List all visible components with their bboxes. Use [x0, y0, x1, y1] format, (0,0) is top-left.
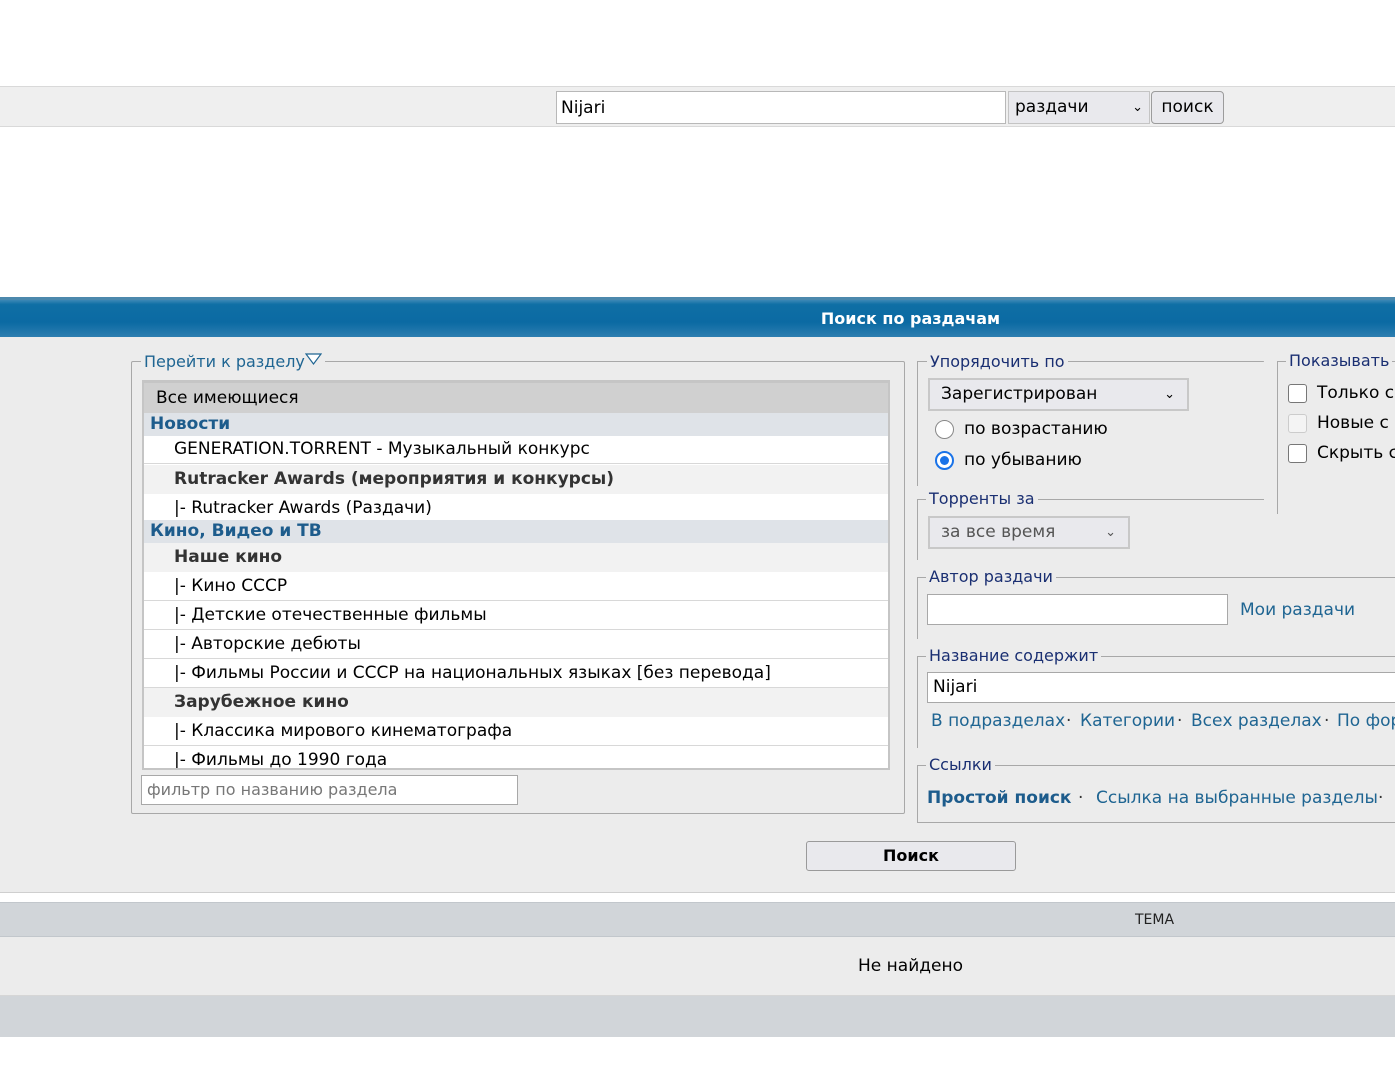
show-left-border — [1277, 361, 1278, 514]
show-option-1-checkbox[interactable] — [1288, 384, 1307, 403]
section-option[interactable]: |- Детские отечественные фильмы — [144, 601, 888, 630]
order-asc-radio[interactable] — [935, 420, 954, 439]
links-legend: Ссылки — [926, 755, 995, 774]
order-legend: Упорядочить по — [927, 352, 1068, 371]
order-asc-label: по возрастанию — [964, 419, 1108, 439]
links-bottom-border — [917, 822, 1395, 823]
show-legend: Показывать — [1286, 351, 1393, 370]
show-option-3-checkbox[interactable] — [1288, 444, 1307, 463]
section-option[interactable]: Все имеющиеся — [144, 383, 888, 413]
title-input[interactable]: Nijari — [927, 672, 1395, 703]
title-link-forum[interactable]: По фор — [1337, 711, 1395, 731]
results-column-topic: ТЕМА — [1135, 912, 1175, 928]
show-option-2-label: Новые с — [1317, 413, 1389, 433]
results-empty-text: Не найдено — [858, 956, 963, 976]
top-search-button[interactable]: поиск — [1151, 91, 1224, 124]
author-left-border — [917, 577, 918, 639]
separator-dot: · — [1324, 711, 1330, 731]
title-link-categories[interactable]: Категории — [1080, 711, 1175, 731]
section-option[interactable]: Зарубежное кино — [144, 688, 888, 717]
results-empty-row: Не найдено — [0, 937, 1395, 996]
section-option[interactable]: Rutracker Awards (мероприятия и конкурсы… — [144, 465, 888, 494]
separator-dot: · — [1378, 788, 1384, 808]
chevron-down-icon: ⌄ — [1105, 525, 1116, 540]
title-left-border — [917, 656, 918, 748]
order-desc-radio[interactable] — [935, 451, 954, 470]
period-select[interactable]: за все время ⌄ — [928, 516, 1130, 549]
show-option-3-label: Скрыть с — [1317, 443, 1395, 463]
simple-search-link[interactable]: Простой поиск — [927, 788, 1071, 808]
top-search-scope-select[interactable]: раздачи ⌄ — [1008, 91, 1150, 124]
section-category-option[interactable]: Кино, Видео и ТВ — [144, 520, 888, 543]
sections-legend-label: Перейти к разделу — [144, 352, 305, 371]
section-option[interactable]: GENERATION.TORRENT - Музыкальный конкурс — [144, 435, 888, 464]
period-legend: Торренты за — [926, 489, 1038, 508]
chevron-down-icon: ⌄ — [1164, 387, 1175, 402]
triangle-down-icon — [304, 353, 323, 365]
title-legend: Название содержит — [926, 646, 1102, 665]
show-option-1-label: Только с — [1317, 383, 1395, 403]
separator-dot: · — [1078, 788, 1084, 808]
panel-title: Поиск по раздачам — [820, 309, 1001, 328]
section-option[interactable]: |- Фильмы России и СССР на национальных … — [144, 659, 888, 688]
show-option-2-checkbox[interactable] — [1288, 414, 1307, 433]
period-select-value: за все время — [941, 522, 1056, 542]
order-desc-label: по убыванию — [964, 450, 1082, 470]
order-fieldset: Упорядочить по — [917, 352, 1264, 371]
order-select[interactable]: Зарегистрирован ⌄ — [928, 378, 1189, 411]
sections-legend[interactable]: Перейти к разделу — [141, 352, 325, 371]
section-filter-input[interactable]: фильтр по названию раздела — [141, 775, 518, 805]
section-category-option[interactable]: Новости — [144, 413, 888, 436]
top-search-input[interactable] — [556, 91, 1006, 124]
section-option[interactable]: |- Фильмы до 1990 года — [144, 746, 888, 768]
chevron-down-icon: ⌄ — [1132, 100, 1143, 115]
separator-dot: · — [1066, 711, 1072, 731]
order-border — [917, 361, 918, 486]
section-option[interactable]: Наше кино — [144, 543, 888, 572]
top-search-scope-value: раздачи — [1015, 97, 1089, 117]
sections-listbox[interactable]: Все имеющиеся Новости GENERATION.TORRENT -… — [142, 380, 890, 770]
top-search-bar: раздачи ⌄ поиск — [0, 86, 1395, 127]
separator-dot: · — [1177, 711, 1183, 731]
my-torrents-link[interactable]: Мои раздачи — [1240, 600, 1355, 620]
section-option[interactable]: |- Авторские дебюты — [144, 630, 888, 659]
results-footer — [0, 996, 1395, 1037]
results-header: ТЕМА — [0, 902, 1395, 937]
section-option[interactable]: |- Классика мирового кинематографа — [144, 717, 888, 746]
section-option[interactable]: |- Rutracker Awards (Раздачи) — [144, 494, 888, 523]
author-input[interactable] — [927, 594, 1228, 625]
period-left-border — [917, 499, 918, 560]
order-select-value: Зарегистрирован — [941, 384, 1098, 404]
section-option[interactable]: |- Кино СССР — [144, 572, 888, 601]
links-left-border — [917, 765, 918, 823]
author-legend: Автор раздачи — [926, 567, 1056, 586]
selected-sections-link[interactable]: Ссылка на выбранные разделы — [1096, 788, 1378, 808]
title-link-subsections[interactable]: В подразделах — [931, 711, 1065, 731]
search-submit-button[interactable]: Поиск — [806, 841, 1016, 871]
panel-header: Поиск по раздачам — [0, 297, 1395, 337]
title-link-all-sections[interactable]: Всех разделах — [1191, 711, 1322, 731]
